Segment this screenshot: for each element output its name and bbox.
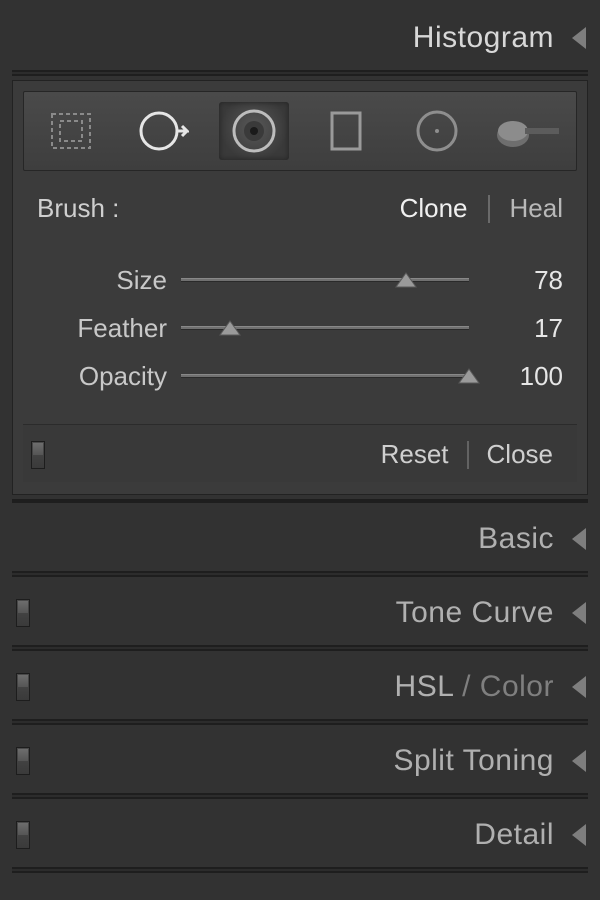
slider-opacity-label: Opacity <box>37 361 167 392</box>
histogram-label: Histogram <box>413 21 554 55</box>
slider-feather-row: Feather 17 <box>37 304 563 352</box>
divider <box>488 195 490 223</box>
panel-toggle[interactable] <box>16 673 30 701</box>
brush-mode-row: Brush : Clone Heal <box>23 171 577 232</box>
slider-size-row: Size 78 <box>37 256 563 304</box>
brush-footer: Reset Close <box>23 424 577 482</box>
develop-right-panel: Histogram <box>0 0 600 900</box>
slider-opacity[interactable] <box>181 374 469 378</box>
crop-tool[interactable] <box>36 102 106 160</box>
divider <box>12 499 588 503</box>
slider-thumb-icon[interactable] <box>394 271 418 289</box>
tone-curve-label: Tone Curve <box>396 596 554 630</box>
hsl-color-header[interactable]: HSL / Color <box>12 655 588 719</box>
divider <box>12 719 588 725</box>
slider-feather[interactable] <box>181 326 469 330</box>
tool-strip <box>23 91 577 171</box>
chevron-left-icon <box>572 27 586 49</box>
detail-label: Detail <box>474 818 554 852</box>
panel-toggle[interactable] <box>16 599 30 627</box>
panel-toggle[interactable] <box>16 747 30 775</box>
slider-feather-value: 17 <box>483 313 563 344</box>
slider-size-value: 78 <box>483 265 563 296</box>
red-eye-tool[interactable] <box>219 102 289 160</box>
basic-label: Basic <box>478 522 554 556</box>
slider-thumb-icon[interactable] <box>457 367 481 385</box>
brush-modes: Clone Heal <box>400 193 563 224</box>
brush-mode-heal[interactable]: Heal <box>510 193 563 224</box>
chevron-left-icon <box>572 750 586 772</box>
basic-header[interactable]: Basic <box>12 507 588 571</box>
hsl-label-sub: Color <box>480 670 554 703</box>
brush-label: Brush : <box>37 193 119 224</box>
brush-sliders: Size 78 Feather 17 Opacity <box>23 232 577 408</box>
slider-opacity-row: Opacity 100 <box>37 352 563 400</box>
hsl-label-main: HSL <box>395 670 454 703</box>
split-toning-header[interactable]: Split Toning <box>12 729 588 793</box>
chevron-left-icon <box>572 824 586 846</box>
brush-mode-clone[interactable]: Clone <box>400 193 468 224</box>
tone-curve-header[interactable]: Tone Curve <box>12 581 588 645</box>
tool-strip-panel: Brush : Clone Heal Size 78 Feather <box>12 80 588 495</box>
graduated-filter-tool[interactable] <box>311 102 381 160</box>
divider <box>12 571 588 577</box>
overlay-toggle[interactable] <box>31 441 45 469</box>
slider-thumb-icon[interactable] <box>218 319 242 337</box>
split-toning-label: Split Toning <box>393 744 554 778</box>
hsl-label-sep: / <box>453 670 480 703</box>
slider-feather-label: Feather <box>37 313 167 344</box>
spot-removal-tool[interactable] <box>128 102 198 160</box>
slider-size-label: Size <box>37 265 167 296</box>
close-button[interactable]: Close <box>477 439 563 470</box>
chevron-left-icon <box>572 676 586 698</box>
slider-opacity-value: 100 <box>483 361 563 392</box>
slider-size[interactable] <box>181 278 469 282</box>
radial-filter-tool[interactable] <box>402 102 472 160</box>
histogram-header[interactable]: Histogram <box>12 6 588 70</box>
divider <box>12 793 588 799</box>
divider <box>467 441 469 469</box>
reset-button[interactable]: Reset <box>371 439 459 470</box>
divider <box>12 645 588 651</box>
adjustment-brush-tool[interactable] <box>494 102 564 160</box>
chevron-left-icon <box>572 528 586 550</box>
divider <box>12 70 588 76</box>
detail-header[interactable]: Detail <box>12 803 588 867</box>
panel-toggle[interactable] <box>16 821 30 849</box>
hsl-color-label: HSL / Color <box>395 670 554 704</box>
chevron-left-icon <box>572 602 586 624</box>
divider <box>12 867 588 873</box>
